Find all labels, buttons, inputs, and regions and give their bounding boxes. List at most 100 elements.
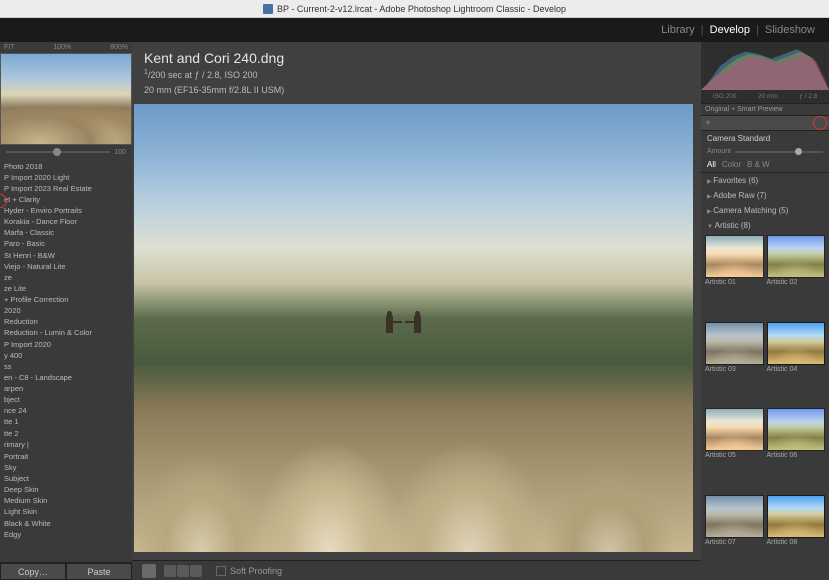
- preset-item[interactable]: y 400: [2, 350, 132, 361]
- preset-item[interactable]: ze: [2, 272, 132, 283]
- preset-item[interactable]: ze Lite: [2, 283, 132, 294]
- preset-item[interactable]: nce 24: [2, 406, 132, 417]
- preset-item[interactable]: Sky: [2, 462, 132, 473]
- profile-group-cameramatching[interactable]: Camera Matching (5): [701, 203, 829, 218]
- profile-group-favorites[interactable]: Favorites (6): [701, 173, 829, 188]
- module-library[interactable]: Library: [655, 24, 701, 36]
- amount-slider[interactable]: [735, 151, 823, 153]
- before-after-group: [164, 565, 202, 577]
- preset-item[interactable]: en - C8 - Landscape: [2, 372, 132, 383]
- preset-item[interactable]: Portrait: [2, 451, 132, 462]
- preset-item[interactable]: tte 2: [2, 428, 132, 439]
- before-after-split-icon[interactable]: [190, 565, 202, 577]
- profile-thumbnail-cell[interactable]: Artistic 03: [705, 322, 764, 406]
- preset-item[interactable]: Medium Skin: [2, 496, 132, 507]
- filter-tab-all[interactable]: All: [707, 160, 716, 169]
- histogram-exif: ISO 200 20 mm ƒ / 2.8: [701, 92, 829, 101]
- profile-name[interactable]: Camera Standard: [701, 131, 829, 146]
- preset-item[interactable]: Subject: [2, 474, 132, 485]
- copy-button[interactable]: Copy…: [0, 563, 66, 580]
- zoom-slider-handle[interactable]: [53, 148, 61, 156]
- image-exposure: 1/200 sec at ƒ / 2.8, ISO 200: [144, 68, 689, 82]
- profile-thumbnail-cell[interactable]: Artistic 01: [705, 235, 764, 319]
- preset-item[interactable]: et + Clarity: [2, 194, 132, 205]
- preset-list[interactable]: Photo 2018P Import 2020 LightP Import 20…: [0, 159, 132, 562]
- preset-item[interactable]: P Import 2023 Real Estate: [2, 183, 132, 194]
- filter-tab-bw[interactable]: B & W: [747, 160, 770, 169]
- preset-item[interactable]: tte 1: [2, 417, 132, 428]
- profile-group-artistic[interactable]: Artistic (8): [701, 218, 829, 233]
- profile-thumbnail-cell[interactable]: Artistic 06: [767, 408, 826, 492]
- profile-thumbnail-cell[interactable]: Artistic 08: [767, 495, 826, 579]
- zoom-slider[interactable]: [6, 151, 110, 153]
- image-info-header: Kent and Cori 240.dng 1/200 sec at ƒ / 2…: [132, 42, 701, 102]
- preset-item[interactable]: 2020: [2, 306, 132, 317]
- paste-button[interactable]: Paste: [66, 563, 132, 580]
- app-icon: [263, 4, 273, 14]
- profile-thumbnail-cell[interactable]: Artistic 02: [767, 235, 826, 319]
- develop-toolbar: Soft Proofing: [132, 560, 701, 580]
- histo-iso: ISO 200: [713, 93, 737, 100]
- window-titlebar: BP - Current-2-v12.lrcat - Adobe Photosh…: [0, 0, 829, 18]
- image-filename: Kent and Cori 240.dng: [144, 50, 689, 66]
- nav-800[interactable]: 800%: [110, 44, 128, 51]
- profile-thumbnail-cell[interactable]: Artistic 05: [705, 408, 764, 492]
- histogram[interactable]: ISO 200 20 mm ƒ / 2.8: [701, 42, 829, 104]
- preset-item[interactable]: Edgy: [2, 529, 132, 540]
- module-slideshow[interactable]: Slideshow: [759, 24, 821, 36]
- profile-thumbnail: [767, 322, 826, 365]
- preset-item[interactable]: P Import 2020: [2, 339, 132, 350]
- profile-panel-header[interactable]: +: [701, 115, 829, 131]
- histogram-graph: [701, 42, 829, 90]
- navigator-thumbnail[interactable]: [0, 53, 132, 145]
- profile-group-adoberaw[interactable]: Adobe Raw (7): [701, 188, 829, 203]
- soft-proofing-checkbox[interactable]: [216, 566, 226, 576]
- preset-item[interactable]: Photo 2018: [2, 161, 132, 172]
- preset-item[interactable]: Reduction - Lumin & Color: [2, 328, 132, 339]
- profile-thumbnail: [767, 235, 826, 278]
- loupe-view-icon[interactable]: [142, 564, 156, 578]
- profile-thumbnail-label: Artistic 06: [767, 451, 826, 460]
- right-panel: ISO 200 20 mm ƒ / 2.8 Original + Smart P…: [701, 42, 829, 580]
- left-panel: FIT 100% 800% 100 Photo 2018P Import 202…: [0, 42, 132, 580]
- preset-item[interactable]: arpen: [2, 384, 132, 395]
- zoom-slider-row: 100: [0, 145, 132, 159]
- preset-item[interactable]: Deep Skin: [2, 485, 132, 496]
- profile-thumbnail-label: Artistic 03: [705, 365, 764, 374]
- module-develop[interactable]: Develop: [704, 24, 756, 36]
- profile-filter-tabs: All Color B & W: [701, 157, 829, 173]
- preset-item[interactable]: Light Skin: [2, 507, 132, 518]
- preset-item[interactable]: rimary |: [2, 439, 132, 450]
- preset-item[interactable]: ss: [2, 361, 132, 372]
- preset-item[interactable]: P Import 2020 Light: [2, 172, 132, 183]
- module-picker: Library | Develop | Slideshow: [0, 18, 829, 42]
- annotation-circle-right: [813, 116, 827, 130]
- preset-item[interactable]: Reduction: [2, 317, 132, 328]
- photo-person-left: [386, 315, 393, 333]
- preset-item[interactable]: Korakia - Dance Floor: [2, 217, 132, 228]
- zoom-value: 100: [114, 149, 126, 156]
- preset-item[interactable]: + Profile Correction: [2, 295, 132, 306]
- preset-item[interactable]: Marfa - Classic: [2, 228, 132, 239]
- main-image-viewport[interactable]: [134, 104, 693, 552]
- preset-item[interactable]: Viejo - Natural Lite: [2, 261, 132, 272]
- preset-item[interactable]: bject: [2, 395, 132, 406]
- nav-fit[interactable]: FIT: [4, 44, 15, 51]
- amount-label: Amount: [707, 148, 731, 155]
- preset-item[interactable]: St Henri - B&W: [2, 250, 132, 261]
- before-after-lr-icon[interactable]: [164, 565, 176, 577]
- preset-item[interactable]: Hyder - Enviro Portraits: [2, 206, 132, 217]
- profile-thumbnail: [705, 495, 764, 538]
- photo-person-right: [414, 315, 421, 333]
- preset-item[interactable]: Black & White: [2, 518, 132, 529]
- profile-thumbnail-cell[interactable]: Artistic 07: [705, 495, 764, 579]
- copy-paste-bar: Copy… Paste: [0, 562, 132, 580]
- before-after-tb-icon[interactable]: [177, 565, 189, 577]
- histo-focal: 20 mm: [758, 93, 778, 100]
- profile-thumbnail-cell[interactable]: Artistic 04: [767, 322, 826, 406]
- nav-100[interactable]: 100%: [53, 44, 71, 51]
- filter-tab-color[interactable]: Color: [722, 160, 741, 169]
- profile-thumbnail-label: Artistic 07: [705, 538, 764, 547]
- add-profile-icon[interactable]: +: [705, 118, 711, 129]
- preset-item[interactable]: Paro - Basic: [2, 239, 132, 250]
